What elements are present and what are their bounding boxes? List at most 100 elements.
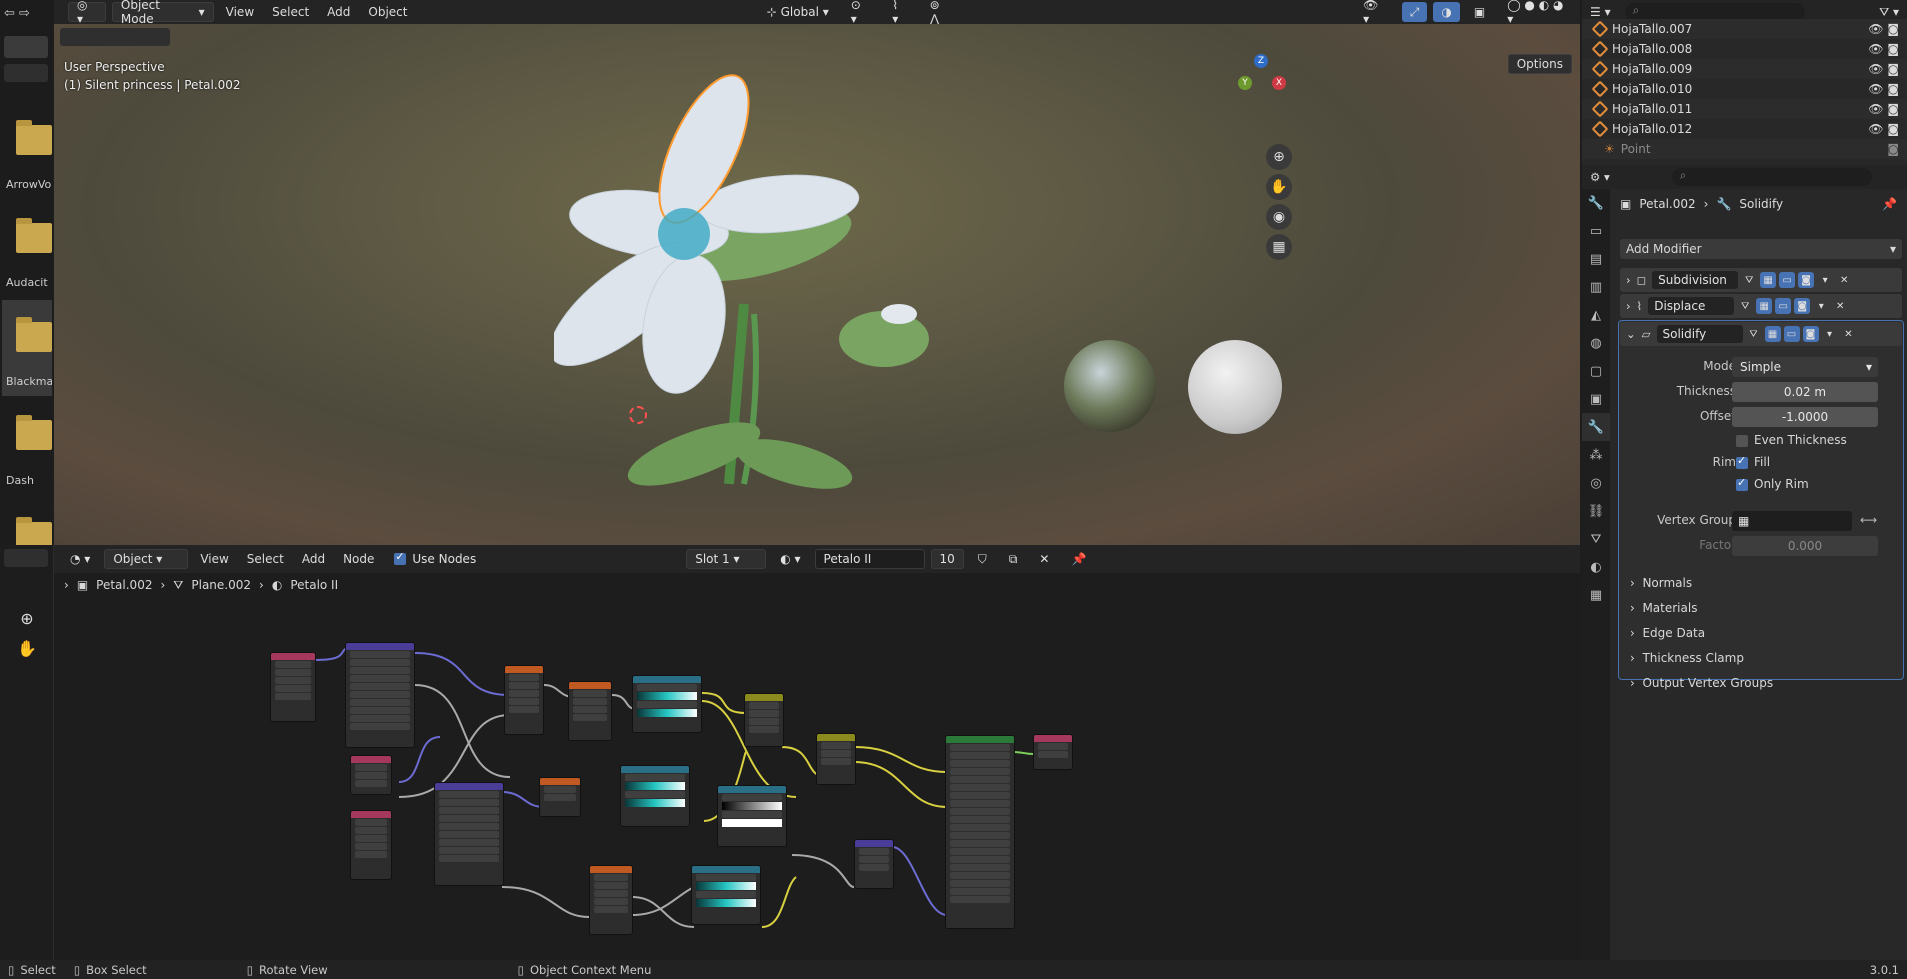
select-mode-buttons[interactable]	[60, 28, 170, 46]
node-mapping-2[interactable]	[434, 782, 504, 886]
outliner-row[interactable]: HojaTallo.008 👁 ◙	[1582, 39, 1907, 59]
properties-search-input[interactable]: ⌕	[1671, 168, 1872, 186]
overlay-toggle-button[interactable]: ◑	[1433, 2, 1460, 22]
scene-tab-icon[interactable]: ◭	[1582, 301, 1610, 329]
subpanel-thickness-clamp[interactable]: › Thickness Clamp	[1630, 651, 1744, 665]
proportional-edit-button[interactable]: ⊚ ⋀	[922, 0, 961, 26]
shading-modes[interactable]: ◯ ● ◐ ◕ ▾	[1499, 0, 1580, 26]
menu-select[interactable]: Select	[266, 5, 315, 19]
invert-arrows-icon[interactable]: ⟷	[1860, 513, 1877, 527]
node-noise-texture-2[interactable]	[568, 681, 612, 741]
properties-editor[interactable]: ⚙ ▾ ⌕ 🔧 ▭ ▤ ▥ ◭ ◍ ▢ ▣ 🔧 ⁂ ◎ ⛓ ⛛ ◐ ▦ ▣ Pe…	[1582, 165, 1907, 960]
modifier-solidify[interactable]: ⌄ ▱ Solidify ⛛ ▦ ▭ ◙ ▾ ✕	[1620, 322, 1902, 346]
snap-button[interactable]: ⌇ ▾	[884, 0, 915, 26]
gizmo-toggle-button[interactable]: ⤢	[1401, 2, 1428, 22]
render-camera-icon[interactable]: ◙	[1887, 142, 1899, 156]
options-button[interactable]: Options	[1507, 54, 1572, 74]
menu-add[interactable]: Add	[321, 5, 356, 19]
cage-icon[interactable]: ▦	[1764, 326, 1781, 342]
material-browse-icon[interactable]: ◐ ▾	[772, 549, 808, 569]
collection-tab-icon[interactable]: ▢	[1582, 357, 1610, 385]
chevron-right-icon[interactable]: ›	[1626, 273, 1631, 287]
flower-model[interactable]	[554, 64, 1114, 534]
3d-viewport[interactable]: ◎ ▾ Object Mode ▾ View Select Add Object…	[54, 0, 1580, 545]
node-principled-bsdf[interactable]	[945, 735, 1015, 929]
pin-icon[interactable]: 📌	[1882, 197, 1897, 211]
cage-icon[interactable]: ▦	[1756, 298, 1773, 314]
outliner-row[interactable]: HojaTallo.010 👁 ◙	[1582, 79, 1907, 99]
node-mapping[interactable]	[345, 642, 415, 748]
pan-hand-icon[interactable]: ✋	[14, 639, 40, 665]
modifier-name-field[interactable]: Displace	[1648, 297, 1735, 315]
visibility-eye-icon[interactable]: 👁 ◙	[1868, 22, 1899, 36]
outliner-row[interactable]: HojaTallo.007 👁 ◙	[1582, 19, 1907, 39]
render-tab-icon[interactable]: ▭	[1582, 217, 1610, 245]
viewport-scene[interactable]: User Perspective (1) Silent princess | P…	[54, 24, 1580, 545]
visibility-eye-icon[interactable]: 👁 ◙	[1868, 122, 1899, 136]
chevron-down-icon[interactable]: ▾	[1817, 272, 1833, 288]
use-nodes-checkbox[interactable]: Use Nodes	[386, 549, 484, 569]
menu-node[interactable]: Node	[337, 552, 380, 566]
view-layer-tab-icon[interactable]: ▥	[1582, 273, 1610, 301]
shader-type-dropdown[interactable]: Object ▾	[104, 549, 189, 569]
offset-field[interactable]: -1.0000	[1732, 407, 1878, 427]
fake-user-shield-icon[interactable]: ⛉	[970, 549, 995, 569]
camera-icon[interactable]: ◉	[1266, 204, 1292, 230]
subpanel-output-vertex-groups[interactable]: › Output Vertex Groups	[1630, 676, 1773, 690]
node-material-output[interactable]	[1033, 734, 1073, 770]
file-manager-filter-button[interactable]	[4, 64, 48, 82]
visibility-eye-icon[interactable]: 👁 ◙	[1868, 62, 1899, 76]
node-screen[interactable]	[816, 733, 856, 785]
menu-view[interactable]: View	[194, 552, 234, 566]
menu-view[interactable]: View	[220, 5, 260, 19]
node-object-info[interactable]	[350, 755, 392, 795]
shader-type-icon[interactable]: ◔ ▾	[62, 549, 98, 569]
node-canvas[interactable]	[54, 597, 1580, 960]
pin-icon[interactable]: 📌	[1063, 549, 1094, 569]
world-tab-icon[interactable]: ◍	[1582, 329, 1610, 357]
mode-dropdown[interactable]: Simple ▾	[1732, 357, 1878, 377]
viewport-display-icon[interactable]: ▭	[1775, 298, 1792, 314]
chevron-down-icon[interactable]: ▾	[1813, 298, 1829, 314]
zoom-icon[interactable]: ⊕	[14, 609, 40, 635]
edit-mode-icon[interactable]: ⛛	[1746, 326, 1762, 342]
breadcrumb-toggle-icon[interactable]: ›	[64, 578, 69, 592]
pivot-point-button[interactable]: ⊙ ▾	[843, 0, 879, 26]
folder-icon[interactable]	[16, 317, 52, 352]
transform-orientation-dropdown[interactable]: ⊹ Global ▾	[759, 2, 837, 22]
editor-type-button[interactable]: ☰ ▾	[1590, 5, 1611, 19]
shader-node-editor[interactable]: ◔ ▾ Object ▾ View Select Add Node Use No…	[54, 545, 1580, 960]
menu-add[interactable]: Add	[296, 552, 331, 566]
physics-tab-icon[interactable]: ◎	[1582, 469, 1610, 497]
navigation-gizmo[interactable]: Z X Y	[1234, 54, 1294, 114]
outliner-row[interactable]: HojaTallo.009 👁 ◙	[1582, 59, 1907, 79]
node-color-ramp-2[interactable]	[620, 765, 690, 827]
node-bump[interactable]	[854, 839, 894, 889]
chevron-right-icon[interactable]: ›	[1626, 299, 1631, 313]
even-thickness-checkbox[interactable]: Even Thickness	[1736, 433, 1847, 447]
grid-view-icon[interactable]: ▦	[1266, 234, 1292, 260]
unlink-material-icon[interactable]: ✕	[1031, 549, 1057, 569]
filter-icon[interactable]: ⛛ ▾	[1879, 5, 1899, 20]
file-manager-view-button[interactable]	[4, 36, 48, 58]
node-color-ramp-3[interactable]	[717, 785, 787, 847]
pan-hand-icon[interactable]: ✋	[1266, 174, 1292, 200]
particles-tab-icon[interactable]: ⁂	[1582, 441, 1610, 469]
vertex-group-field[interactable]: ▦	[1732, 511, 1852, 531]
folder-icon[interactable]	[16, 415, 52, 450]
node-color-ramp[interactable]	[632, 675, 702, 733]
menu-select[interactable]: Select	[241, 552, 290, 566]
material-user-count[interactable]: 10	[930, 549, 964, 569]
render-camera-icon[interactable]: ◙	[1802, 326, 1819, 342]
thickness-field[interactable]: 0.02 m	[1732, 382, 1878, 402]
viewport-display-icon[interactable]: ▭	[1779, 272, 1796, 288]
zoom-icon[interactable]: ⊕	[1266, 144, 1292, 170]
fill-checkbox[interactable]: Fill	[1736, 454, 1770, 469]
modifier-tab-icon[interactable]: 🔧	[1582, 413, 1610, 441]
node-mix[interactable]	[744, 693, 784, 747]
node-gradient-texture[interactable]	[539, 777, 581, 817]
editor-type-button[interactable]: ◎ ▾	[68, 0, 106, 26]
material-name-field[interactable]: Petalo II	[814, 549, 925, 569]
close-icon[interactable]: ✕	[1836, 272, 1852, 288]
folder-label[interactable]: Blackmag	[6, 375, 52, 388]
